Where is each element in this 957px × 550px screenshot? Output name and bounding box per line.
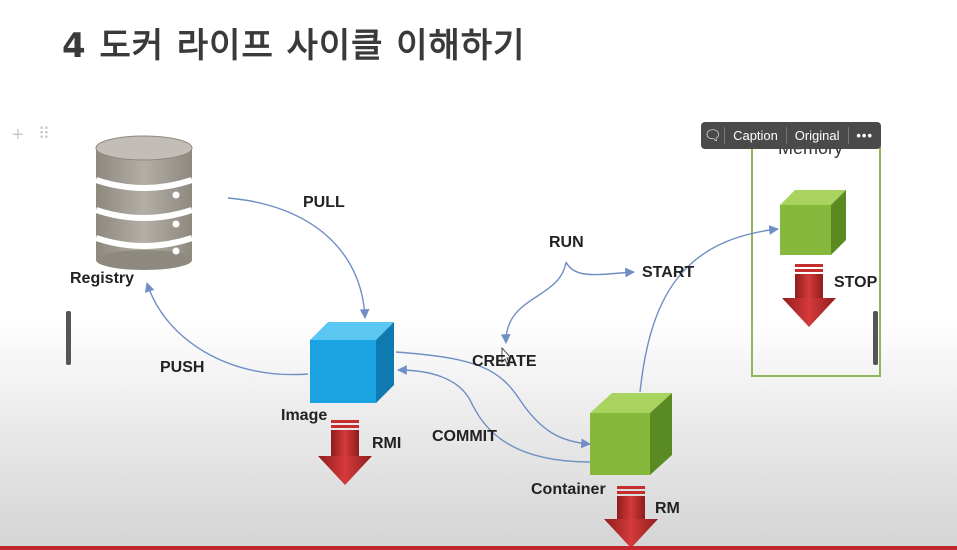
left-resize-handle[interactable] <box>66 311 71 365</box>
start-label: START <box>642 264 695 281</box>
bottom-accent-line <box>0 546 957 550</box>
rmi-arrow-icon <box>318 420 372 485</box>
run-arrow-to-start <box>565 261 635 278</box>
container-cube-icon <box>590 393 672 475</box>
pull-label: PULL <box>303 194 345 211</box>
image-toolbar: 🗨 Caption Original ••• <box>701 122 881 149</box>
registry-database-icon <box>95 135 193 270</box>
stop-label: STOP <box>834 274 878 291</box>
original-button[interactable]: Original <box>787 128 848 143</box>
push-label: PUSH <box>160 359 205 376</box>
create-label: CREATE <box>472 353 537 370</box>
pull-arrow <box>227 197 370 319</box>
image-cube-icon <box>310 322 394 403</box>
rm-label: RM <box>655 500 680 517</box>
run-arrow-to-create <box>500 261 567 344</box>
lifecycle-diagram <box>95 135 846 548</box>
commit-label: COMMIT <box>432 428 497 445</box>
more-options-button[interactable]: ••• <box>848 128 881 143</box>
comment-icon[interactable]: 🗨 <box>701 127 724 144</box>
rm-arrow-icon <box>604 486 658 548</box>
commit-arrow <box>397 365 591 463</box>
start-arrow <box>639 225 779 393</box>
stop-arrow-icon <box>782 264 836 327</box>
container-label: Container <box>531 481 606 498</box>
right-resize-handle[interactable] <box>873 311 878 365</box>
image-label: Image <box>281 407 328 424</box>
memory-cube-icon <box>780 190 846 255</box>
run-label: RUN <box>549 234 584 251</box>
rmi-label: RMI <box>372 435 402 452</box>
caption-button[interactable]: Caption <box>725 128 786 143</box>
registry-label: Registry <box>70 270 135 287</box>
